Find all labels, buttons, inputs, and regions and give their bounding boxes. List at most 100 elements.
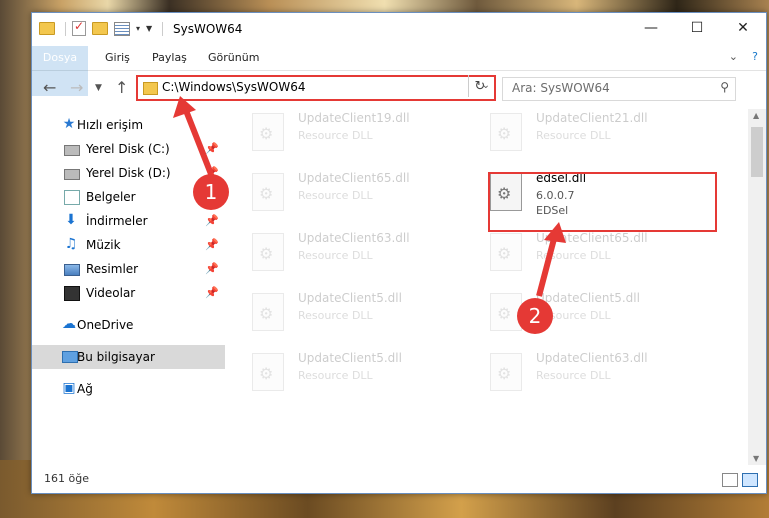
vertical-scrollbar[interactable]: ▲ ▼ (748, 109, 766, 465)
nav-item-downloads[interactable]: ⬇ İndirmeler 📌 (32, 209, 225, 233)
maximize-button[interactable]: ☐ (674, 13, 720, 43)
nav-item-music[interactable]: ♫ Müzik 📌 (32, 233, 225, 257)
nav-item-quick-access[interactable]: ★ Hızlı erişim (32, 113, 225, 137)
up-arrow-icon[interactable]: ↑ (115, 78, 128, 97)
nav-item-this-pc[interactable]: Bu bilgisayar (32, 345, 225, 369)
tab-view[interactable]: Görünüm (208, 46, 259, 70)
file-item[interactable]: UpdateClient63.dll Resource DLL (466, 347, 696, 397)
address-bar[interactable]: C:\Windows\SysWOW64 ⌄ (136, 75, 496, 101)
ribbon-expand-icon[interactable]: ⌄ (729, 50, 738, 63)
details-view-icon[interactable] (722, 473, 738, 487)
step-badge-2: 2 (517, 298, 553, 334)
folder-icon[interactable] (39, 22, 55, 35)
dll-file-icon (252, 173, 284, 211)
file-item[interactable]: UpdateClient5.dll Resource DLL (228, 347, 458, 397)
file-item[interactable]: UpdateClient65.dll Resource DLL (228, 167, 458, 217)
highlight-box (488, 172, 717, 232)
file-name: UpdateClient65.dll (536, 231, 648, 245)
disk-icon (64, 145, 80, 156)
refresh-button[interactable]: ↻ (468, 75, 491, 97)
file-name: UpdateClient19.dll (298, 111, 410, 125)
navigation-bar: ← → ▼ ↑ C:\Windows\SysWOW64 ⌄ ↻ Ara: Sys… (32, 71, 766, 103)
file-item[interactable]: UpdateClient5.dll Resource DLL (466, 287, 696, 337)
scroll-up-icon[interactable]: ▲ (753, 111, 759, 120)
pin-icon[interactable]: 📌 (205, 142, 219, 155)
pin-icon[interactable]: 📌 (205, 262, 219, 275)
file-description: Resource DLL (536, 129, 611, 142)
dll-file-icon (252, 113, 284, 151)
forward-arrow-icon[interactable]: → (70, 78, 83, 97)
tab-home[interactable]: Giriş (105, 46, 130, 70)
file-description: Resource DLL (298, 309, 373, 322)
video-icon (64, 286, 80, 301)
nav-label: OneDrive (77, 318, 134, 332)
file-item[interactable]: UpdateClient19.dll Resource DLL (228, 107, 458, 157)
file-description: Resource DLL (536, 249, 611, 262)
scroll-thumb[interactable] (751, 127, 763, 177)
search-icon[interactable]: ⚲ (720, 80, 729, 94)
customize-toolbar-icon[interactable]: ▼ (146, 24, 152, 33)
pin-icon[interactable]: 📌 (205, 214, 219, 227)
back-arrow-icon[interactable]: ← (43, 78, 56, 97)
navigation-pane: ★ Hızlı erişim Yerel Disk (C:) 📌 Yerel D… (32, 109, 227, 464)
help-icon[interactable]: ? (752, 50, 758, 63)
dll-file-icon (252, 233, 284, 271)
nav-item-network[interactable]: ▣ Ağ (32, 377, 225, 401)
tab-share[interactable]: Paylaş (152, 46, 187, 70)
file-item[interactable]: UpdateClient5.dll Resource DLL (228, 287, 458, 337)
nav-item-pictures[interactable]: Resimler 📌 (32, 257, 225, 281)
chevron-down-icon[interactable]: ▾ (136, 24, 140, 33)
nav-label: Yerel Disk (C:) (86, 142, 170, 156)
close-button[interactable]: ✕ (720, 13, 766, 43)
nav-item-onedrive[interactable]: ☁ OneDrive (32, 313, 225, 337)
minimize-button[interactable]: — (628, 13, 674, 43)
nav-label: Müzik (86, 238, 121, 252)
explorer-window: ▾ ▼ SysWOW64 — ☐ ✕ Dosya Giriş Paylaş Gö… (31, 12, 767, 494)
file-item[interactable]: UpdateClient21.dll Resource DLL (466, 107, 696, 157)
title-bar: ▾ ▼ SysWOW64 — ☐ ✕ (32, 13, 766, 46)
pictures-icon (64, 264, 80, 276)
window-title: SysWOW64 (173, 22, 243, 36)
document-icon (64, 190, 80, 205)
search-box[interactable]: Ara: SysWOW64 ⚲ (502, 77, 736, 101)
nav-label: İndirmeler (86, 214, 148, 228)
file-name: UpdateClient63.dll (536, 351, 648, 365)
file-description: Resource DLL (536, 369, 611, 382)
tiles-view-icon[interactable] (742, 473, 758, 487)
address-path[interactable]: C:\Windows\SysWOW64 (162, 80, 306, 94)
file-name: UpdateClient63.dll (298, 231, 410, 245)
file-description: Resource DLL (298, 189, 373, 202)
file-item[interactable]: UpdateClient63.dll Resource DLL (228, 227, 458, 277)
new-folder-icon[interactable] (92, 22, 108, 35)
search-placeholder: Ara: SysWOW64 (512, 81, 610, 95)
pin-icon[interactable]: 📌 (205, 238, 219, 251)
nav-label: Hızlı erişim (77, 118, 144, 132)
scroll-down-icon[interactable]: ▼ (753, 454, 759, 463)
properties-icon[interactable] (114, 21, 130, 36)
properties-check-icon[interactable] (72, 19, 86, 36)
download-icon: ⬇ (65, 212, 77, 228)
nav-label: Videolar (86, 286, 136, 300)
dll-file-icon (252, 293, 284, 331)
nav-label: Resimler (86, 262, 139, 276)
file-description: Resource DLL (298, 249, 373, 262)
quick-access-toolbar: ▾ ▼ (39, 19, 164, 36)
computer-icon (62, 351, 78, 363)
file-description: Resource DLL (298, 369, 373, 382)
pin-icon[interactable]: 📌 (205, 286, 219, 299)
file-item[interactable]: UpdateClient65.dll Resource DLL (466, 227, 696, 277)
nav-label: Belgeler (86, 190, 136, 204)
nav-item-videos[interactable]: Videolar 📌 (32, 281, 225, 305)
divider (162, 21, 164, 36)
dll-file-icon (490, 113, 522, 151)
nav-label: Bu bilgisayar (77, 350, 155, 364)
star-icon: ★ (62, 116, 76, 132)
file-list: UpdateClient19.dll Resource DLL UpdateCl… (228, 107, 744, 465)
folder-icon (143, 82, 158, 95)
nav-item-local-disk-c[interactable]: Yerel Disk (C:) 📌 (32, 137, 225, 161)
divider (65, 21, 66, 36)
dll-file-icon (252, 353, 284, 391)
dll-file-icon (490, 353, 522, 391)
file-name: UpdateClient21.dll (536, 111, 648, 125)
recent-locations-icon[interactable]: ▼ (95, 83, 102, 93)
